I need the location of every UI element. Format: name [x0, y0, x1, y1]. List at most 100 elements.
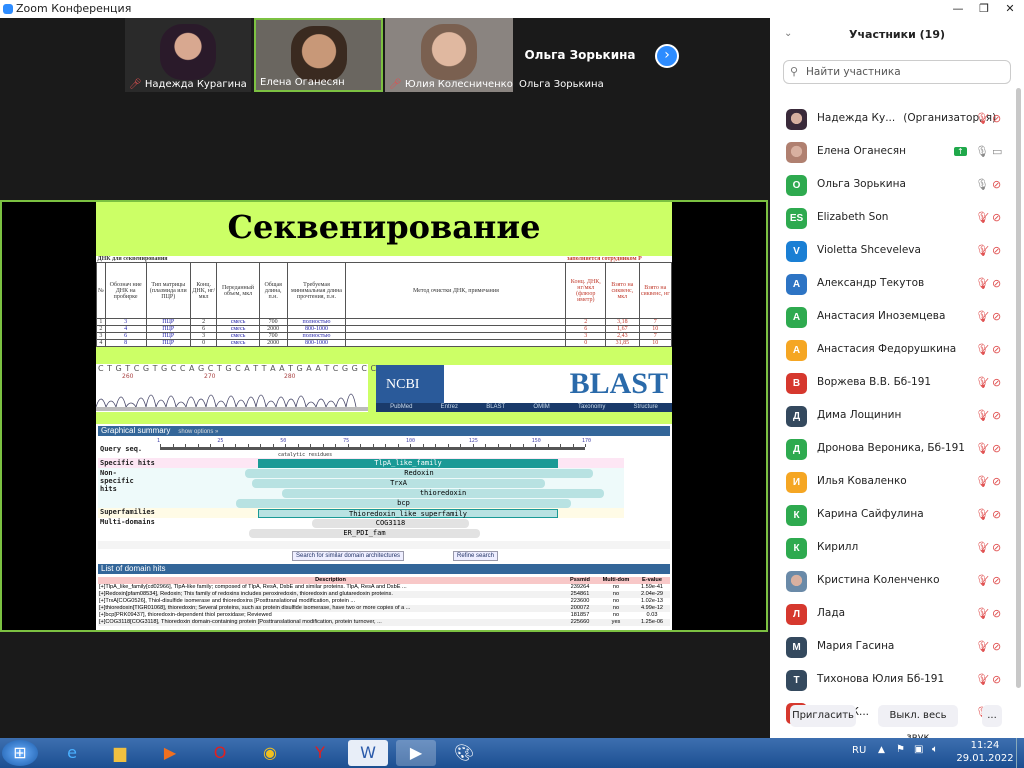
hit-bar-tlpa[interactable]: TlpA_like_family — [258, 459, 558, 468]
participant-row[interactable]: И Илья Коваленко 🎙︎̸ ⊘ — [770, 466, 1010, 499]
video-icon[interactable]: ▭ — [992, 145, 1002, 158]
video-off-icon[interactable]: ⊘ — [992, 310, 1001, 323]
start-button[interactable]: ⊞ — [2, 740, 38, 766]
participants-scrollbar[interactable] — [1016, 88, 1021, 688]
video-off-icon[interactable]: ⊘ — [992, 541, 1001, 554]
video-tile[interactable]: Ольга Зорькина Ольга Зорькина — [515, 18, 645, 92]
more-button[interactable]: ... — [982, 705, 1002, 727]
domain-hit-row[interactable]: [+]thioredoxin[TIGR01068], thioredoxin; … — [98, 605, 670, 612]
hit-bar-bcp[interactable]: bcp — [236, 499, 571, 508]
ncbi-nav-link[interactable]: OMIM — [533, 403, 549, 412]
domain-hit-row[interactable]: [+]bcp[PRK09437], thioredoxin-dependent … — [98, 612, 670, 619]
domain-hit-row[interactable]: [+]Redoxin[pfam08534], Redoxin; This fam… — [98, 591, 670, 598]
hit-bar-thioredoxin[interactable]: thioredoxin — [282, 489, 604, 498]
participant-row[interactable]: Елена Оганесян ↑ 🎙︎ ▭ — [770, 136, 1010, 169]
participant-row[interactable]: В Воржева В.В. Бб-191 🎙︎̸ ⊘ — [770, 367, 1010, 400]
mic-muted-icon[interactable]: 🎙︎̸ — [975, 574, 989, 587]
yandex-browser-icon[interactable]: Y — [300, 740, 340, 766]
mic-muted-icon[interactable]: 🎙︎̸ — [975, 343, 989, 356]
video-off-icon[interactable]: ⊘ — [992, 277, 1001, 290]
opera-icon[interactable]: O — [200, 740, 240, 766]
video-off-icon[interactable]: ⊘ — [992, 607, 1001, 620]
video-off-icon[interactable]: ⊘ — [992, 574, 1001, 587]
language-indicator[interactable]: RU — [852, 745, 866, 756]
mic-muted-icon[interactable]: 🎙︎̸ — [975, 640, 989, 653]
mic-icon[interactable]: 🎙︎ — [975, 145, 989, 158]
participant-row[interactable]: ES Elizabeth Son 🎙︎̸ ⊘ — [770, 202, 1010, 235]
video-off-icon[interactable]: ⊘ — [992, 178, 1001, 191]
domain-hit-row[interactable]: [+]TlpA_like_family[cd02966], TlpA-like … — [98, 584, 670, 591]
mic-muted-icon[interactable]: 🎙︎̸ — [975, 211, 989, 224]
video-tile[interactable]: 🎤︎ Надежда Курагина — [125, 18, 251, 92]
mic-muted-icon[interactable]: 🎙︎̸ — [975, 442, 989, 455]
mic-muted-icon[interactable]: 🎙︎̸ — [975, 112, 989, 125]
show-options-link[interactable]: show options » — [178, 429, 218, 435]
participant-row[interactable]: Надежда Ку... (Организатор, я) 🎙︎̸ ⊘ — [770, 103, 1010, 136]
mic-muted-icon[interactable]: 🎙︎̸ — [975, 673, 989, 686]
search-similar-button[interactable]: Search for similar domain architectures — [292, 551, 405, 561]
video-off-icon[interactable]: ⊘ — [992, 673, 1001, 686]
participant-row[interactable]: К Карина Сайфулина 🎙︎̸ ⊘ — [770, 499, 1010, 532]
participant-row[interactable]: Д Дима Лощинин 🎙︎̸ ⊘ — [770, 400, 1010, 433]
video-tile-active[interactable]: Елена Оганесян — [254, 18, 383, 92]
media-player-icon[interactable]: ▶ — [150, 740, 190, 766]
paint-icon[interactable]: 🎨︎ — [444, 740, 484, 766]
hit-bar-redoxin[interactable]: Redoxin — [245, 469, 593, 478]
mic-muted-icon[interactable]: 🎙︎̸ — [975, 310, 989, 323]
horizontal-scrollbar[interactable] — [98, 541, 670, 549]
domain-hit-row[interactable]: [+]COG3118[COG3118], Thioredoxin domain-… — [98, 619, 670, 626]
participant-search-input[interactable]: ⚲ Найти участника — [783, 60, 1011, 84]
ncbi-nav-link[interactable]: Taxonomy — [578, 403, 605, 412]
invite-button[interactable]: Пригласить — [790, 705, 856, 727]
video-off-icon[interactable]: ⊘ — [992, 244, 1001, 257]
video-tile[interactable]: 🎤︎ Юлия Колесниченко — [385, 18, 513, 92]
video-off-icon[interactable]: ⊘ — [992, 343, 1001, 356]
mic-muted-icon[interactable]: 🎙︎̸ — [975, 277, 989, 290]
mic-muted-icon[interactable]: 🎙︎̸ — [975, 244, 989, 257]
hit-bar-superfamily[interactable]: Thioredoxin_like superfamily — [258, 509, 558, 518]
clock-date[interactable]: 29.01.2022 — [952, 753, 1018, 764]
participant-row[interactable]: V Violetta Shceveleva 🎙︎̸ ⊘ — [770, 235, 1010, 268]
mic-muted-icon[interactable]: 🎙︎̸ — [975, 541, 989, 554]
video-off-icon[interactable]: ⊘ — [992, 640, 1001, 653]
ncbi-nav-link[interactable]: Entrez — [441, 403, 458, 412]
video-off-icon[interactable]: ⊘ — [992, 409, 1001, 422]
refine-search-button[interactable]: Refine search — [453, 551, 499, 561]
video-off-icon[interactable]: ⊘ — [992, 112, 1001, 125]
network-icon[interactable]: ▣ — [914, 744, 923, 755]
participant-row[interactable]: К Кирилл 🎙︎̸ ⊘ — [770, 532, 1010, 565]
tray-expand-icon[interactable]: ▲ — [878, 745, 885, 755]
mic-muted-icon[interactable]: 🎙︎̸ — [975, 409, 989, 422]
ncbi-nav-link[interactable]: BLAST — [486, 403, 505, 412]
participant-row[interactable]: О Ольга Зорькина 🎙︎ ⊘ — [770, 169, 1010, 202]
minimize-button[interactable]: — — [946, 0, 970, 18]
domain-hit-row[interactable]: [+]TrxA[COG0526], Thiol-disulfide isomer… — [98, 598, 670, 605]
video-off-icon[interactable]: ⊘ — [992, 376, 1001, 389]
ncbi-nav-link[interactable]: Structure — [634, 403, 658, 412]
participant-row[interactable]: Л Лада 🎙︎̸ ⊘ — [770, 598, 1010, 631]
clock-time[interactable]: 11:24 — [962, 740, 1008, 751]
video-off-icon[interactable]: ⊘ — [992, 442, 1001, 455]
file-explorer-icon[interactable]: ▆ — [100, 740, 140, 766]
participant-row[interactable]: Т Тихонова Юлия Бб-191 🎙︎̸ ⊘ — [770, 664, 1010, 697]
mic-muted-icon[interactable]: 🎙︎̸ — [975, 508, 989, 521]
video-off-icon[interactable]: ⊘ — [992, 211, 1001, 224]
hit-bar-trxa[interactable]: TrxA — [252, 479, 545, 488]
action-center-flag-icon[interactable]: ⚑ — [896, 744, 905, 755]
video-off-icon[interactable]: ⊘ — [992, 475, 1001, 488]
restore-button[interactable]: ❐ — [972, 0, 996, 18]
participant-row[interactable]: А Анастасия Федорушкина 🎙︎̸ ⊘ — [770, 334, 1010, 367]
volume-icon[interactable]: 🔈︎ — [932, 744, 938, 755]
participant-row[interactable]: Кристина Коленченко 🎙︎̸ ⊘ — [770, 565, 1010, 598]
internet-explorer-icon[interactable]: e — [52, 740, 92, 766]
participant-row[interactable]: Д Дронова Вероника, Бб-191 🎙︎̸ ⊘ — [770, 433, 1010, 466]
mic-muted-icon[interactable]: 🎙︎̸ — [975, 475, 989, 488]
hit-bar-er-pdi[interactable]: ER_PDI_fam — [249, 529, 480, 538]
mic-icon[interactable]: 🎙︎ — [975, 178, 989, 191]
participant-row[interactable]: А Анастасия Иноземцева 🎙︎̸ ⊘ — [770, 301, 1010, 334]
zoom-taskbar-icon[interactable]: ▶ — [396, 740, 436, 766]
video-off-icon[interactable]: ⊘ — [992, 508, 1001, 521]
mic-muted-icon[interactable]: 🎙︎̸ — [975, 607, 989, 620]
participant-row[interactable]: А Александр Текутов 🎙︎̸ ⊘ — [770, 268, 1010, 301]
mute-all-button[interactable]: Выкл. весь звук — [878, 705, 958, 743]
